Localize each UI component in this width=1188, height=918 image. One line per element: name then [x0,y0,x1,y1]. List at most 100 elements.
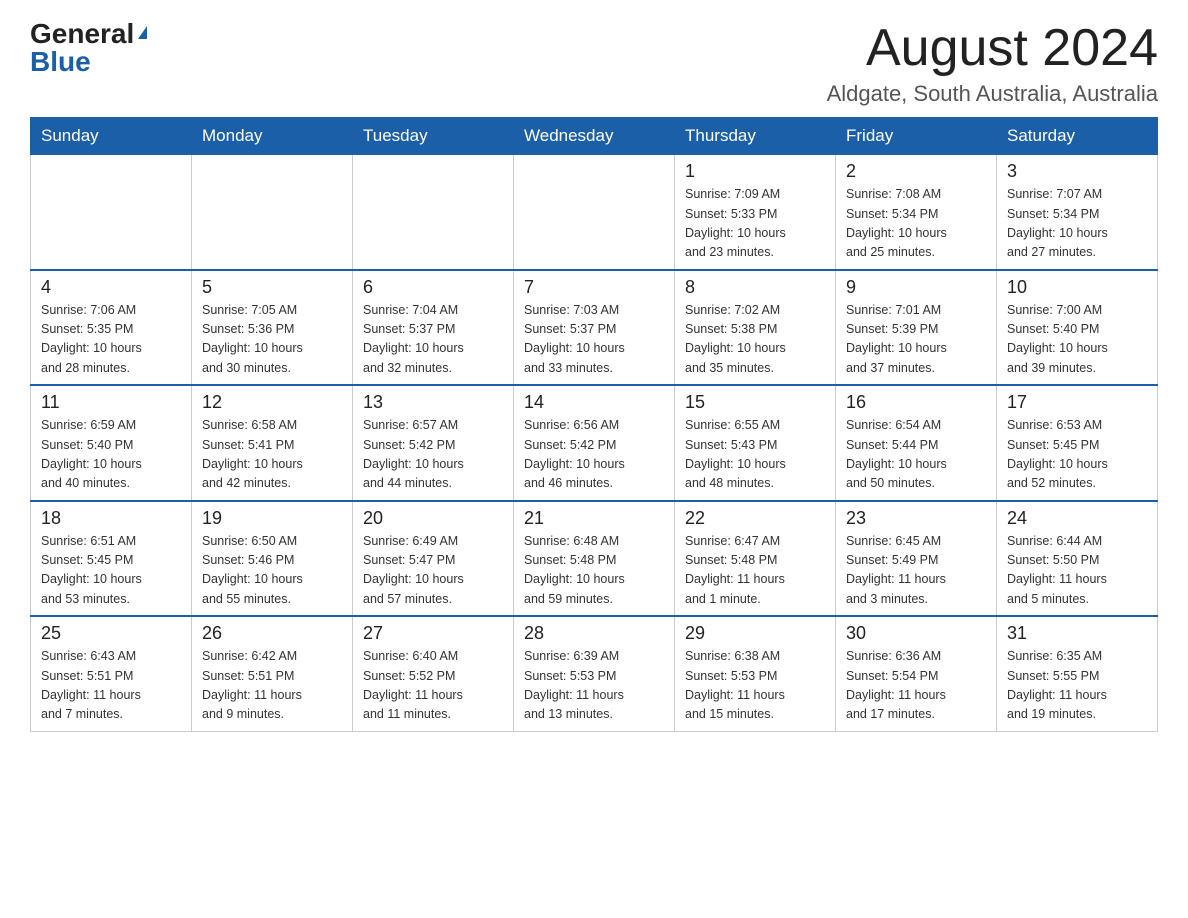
calendar-header-sunday: Sunday [31,118,192,155]
calendar-header-friday: Friday [836,118,997,155]
calendar-cell [353,155,514,270]
calendar-header-thursday: Thursday [675,118,836,155]
day-info: Sunrise: 6:48 AMSunset: 5:48 PMDaylight:… [524,532,664,610]
day-info: Sunrise: 7:08 AMSunset: 5:34 PMDaylight:… [846,185,986,263]
day-info: Sunrise: 6:43 AMSunset: 5:51 PMDaylight:… [41,647,181,725]
day-number: 3 [1007,161,1147,182]
day-info: Sunrise: 6:36 AMSunset: 5:54 PMDaylight:… [846,647,986,725]
day-number: 27 [363,623,503,644]
day-number: 11 [41,392,181,413]
calendar-cell: 18 Sunrise: 6:51 AMSunset: 5:45 PMDayligh… [31,501,192,617]
calendar-cell: 5 Sunrise: 7:05 AMSunset: 5:36 PMDaylight… [192,270,353,386]
day-info: Sunrise: 6:39 AMSunset: 5:53 PMDaylight:… [524,647,664,725]
calendar-cell: 9 Sunrise: 7:01 AMSunset: 5:39 PMDaylight… [836,270,997,386]
calendar-header-wednesday: Wednesday [514,118,675,155]
calendar-cell: 12 Sunrise: 6:58 AMSunset: 5:41 PMDayligh… [192,385,353,501]
day-info: Sunrise: 6:45 AMSunset: 5:49 PMDaylight:… [846,532,986,610]
day-number: 15 [685,392,825,413]
day-info: Sunrise: 6:56 AMSunset: 5:42 PMDaylight:… [524,416,664,494]
day-number: 23 [846,508,986,529]
day-number: 21 [524,508,664,529]
day-number: 2 [846,161,986,182]
calendar-cell: 30 Sunrise: 6:36 AMSunset: 5:54 PMDayligh… [836,616,997,731]
day-info: Sunrise: 7:05 AMSunset: 5:36 PMDaylight:… [202,301,342,379]
day-number: 24 [1007,508,1147,529]
day-info: Sunrise: 6:35 AMSunset: 5:55 PMDaylight:… [1007,647,1147,725]
day-info: Sunrise: 6:54 AMSunset: 5:44 PMDaylight:… [846,416,986,494]
calendar-week-row: 25Sunrise: 6:43 AMSunset: 5:51 PMDayligh… [31,616,1158,731]
day-info: Sunrise: 7:04 AMSunset: 5:37 PMDaylight:… [363,301,503,379]
month-title: August 2024 [827,20,1158,77]
day-number: 6 [363,277,503,298]
logo: General Blue [30,20,147,76]
day-number: 16 [846,392,986,413]
calendar-cell: 2 Sunrise: 7:08 AMSunset: 5:34 PMDaylight… [836,155,997,270]
day-info: Sunrise: 6:59 AMSunset: 5:40 PMDaylight:… [41,416,181,494]
day-number: 7 [524,277,664,298]
calendar-cell: 23 Sunrise: 6:45 AMSunset: 5:49 PMDayligh… [836,501,997,617]
calendar-header-tuesday: Tuesday [353,118,514,155]
day-number: 30 [846,623,986,644]
day-info: Sunrise: 6:40 AMSunset: 5:52 PMDaylight:… [363,647,503,725]
calendar-cell: 7 Sunrise: 7:03 AMSunset: 5:37 PMDaylight… [514,270,675,386]
calendar-week-row: 1 Sunrise: 7:09 AMSunset: 5:33 PMDaylight… [31,155,1158,270]
day-number: 13 [363,392,503,413]
day-info: Sunrise: 7:06 AMSunset: 5:35 PMDaylight:… [41,301,181,379]
day-number: 20 [363,508,503,529]
calendar-week-row: 11 Sunrise: 6:59 AMSunset: 5:40 PMDayligh… [31,385,1158,501]
calendar-cell: 11 Sunrise: 6:59 AMSunset: 5:40 PMDayligh… [31,385,192,501]
day-number: 14 [524,392,664,413]
day-info: Sunrise: 7:03 AMSunset: 5:37 PMDaylight:… [524,301,664,379]
day-number: 26 [202,623,342,644]
calendar-cell: 16 Sunrise: 6:54 AMSunset: 5:44 PMDayligh… [836,385,997,501]
day-info: Sunrise: 6:50 AMSunset: 5:46 PMDaylight:… [202,532,342,610]
calendar-cell: 29Sunrise: 6:38 AMSunset: 5:53 PMDayligh… [675,616,836,731]
calendar-header-row: SundayMondayTuesdayWednesdayThursdayFrid… [31,118,1158,155]
day-info: Sunrise: 7:01 AMSunset: 5:39 PMDaylight:… [846,301,986,379]
day-number: 18 [41,508,181,529]
day-number: 17 [1007,392,1147,413]
calendar-cell: 8 Sunrise: 7:02 AMSunset: 5:38 PMDaylight… [675,270,836,386]
day-info: Sunrise: 6:58 AMSunset: 5:41 PMDaylight:… [202,416,342,494]
calendar-table: SundayMondayTuesdayWednesdayThursdayFrid… [30,117,1158,732]
day-info: Sunrise: 6:44 AMSunset: 5:50 PMDaylight:… [1007,532,1147,610]
day-number: 29 [685,623,825,644]
calendar-cell: 13 Sunrise: 6:57 AMSunset: 5:42 PMDayligh… [353,385,514,501]
calendar-cell: 3Sunrise: 7:07 AMSunset: 5:34 PMDaylight… [997,155,1158,270]
day-info: Sunrise: 6:51 AMSunset: 5:45 PMDaylight:… [41,532,181,610]
location: Aldgate, South Australia, Australia [827,81,1158,107]
day-number: 1 [685,161,825,182]
day-number: 22 [685,508,825,529]
calendar-cell: 17 Sunrise: 6:53 AMSunset: 5:45 PMDayligh… [997,385,1158,501]
day-number: 5 [202,277,342,298]
calendar-cell: 26 Sunrise: 6:42 AMSunset: 5:51 PMDayligh… [192,616,353,731]
calendar-cell: 14 Sunrise: 6:56 AMSunset: 5:42 PMDayligh… [514,385,675,501]
day-info: Sunrise: 6:42 AMSunset: 5:51 PMDaylight:… [202,647,342,725]
day-info: Sunrise: 6:49 AMSunset: 5:47 PMDaylight:… [363,532,503,610]
calendar-cell: 31 Sunrise: 6:35 AMSunset: 5:55 PMDayligh… [997,616,1158,731]
day-info: Sunrise: 7:09 AMSunset: 5:33 PMDaylight:… [685,185,825,263]
day-number: 8 [685,277,825,298]
day-number: 31 [1007,623,1147,644]
day-info: Sunrise: 7:02 AMSunset: 5:38 PMDaylight:… [685,301,825,379]
day-number: 28 [524,623,664,644]
day-info: Sunrise: 7:00 AMSunset: 5:40 PMDaylight:… [1007,301,1147,379]
day-number: 19 [202,508,342,529]
day-number: 9 [846,277,986,298]
calendar-cell: 10Sunrise: 7:00 AMSunset: 5:40 PMDayligh… [997,270,1158,386]
calendar-header-monday: Monday [192,118,353,155]
logo-general-text: General [30,20,134,48]
calendar-week-row: 4 Sunrise: 7:06 AMSunset: 5:35 PMDaylight… [31,270,1158,386]
calendar-cell: 6 Sunrise: 7:04 AMSunset: 5:37 PMDaylight… [353,270,514,386]
day-number: 4 [41,277,181,298]
calendar-cell: 20 Sunrise: 6:49 AMSunset: 5:47 PMDayligh… [353,501,514,617]
day-info: Sunrise: 6:57 AMSunset: 5:42 PMDaylight:… [363,416,503,494]
header: General Blue August 2024 Aldgate, South … [30,20,1158,107]
calendar-cell: 15 Sunrise: 6:55 AMSunset: 5:43 PMDayligh… [675,385,836,501]
logo-blue-text: Blue [30,48,91,76]
day-info: Sunrise: 6:53 AMSunset: 5:45 PMDaylight:… [1007,416,1147,494]
day-number: 12 [202,392,342,413]
calendar-cell: 28 Sunrise: 6:39 AMSunset: 5:53 PMDayligh… [514,616,675,731]
day-info: Sunrise: 6:55 AMSunset: 5:43 PMDaylight:… [685,416,825,494]
calendar-week-row: 18 Sunrise: 6:51 AMSunset: 5:45 PMDayligh… [31,501,1158,617]
